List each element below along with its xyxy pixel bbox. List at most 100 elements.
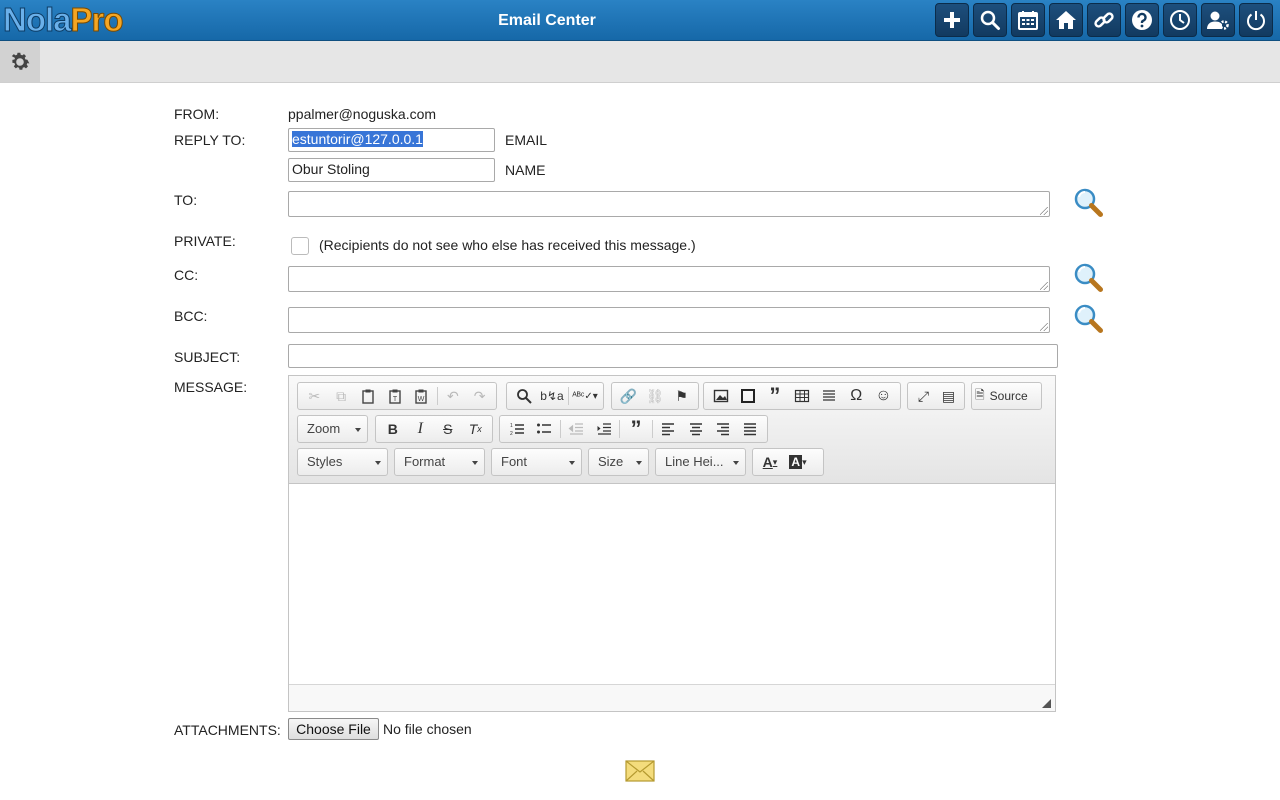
color-group: A ▾ A ▾ <box>752 448 824 476</box>
link-icon <box>1094 12 1114 28</box>
add-button[interactable] <box>935 3 969 37</box>
cut-icon[interactable]: ✂ <box>301 384 328 408</box>
bulleted-list-icon[interactable] <box>530 417 557 441</box>
power-button[interactable] <box>1239 3 1273 37</box>
redo-icon[interactable]: ↷ <box>466 384 493 408</box>
background-color-icon[interactable]: A ▾ <box>784 450 812 474</box>
paste-word-icon[interactable]: W <box>408 384 435 408</box>
no-file-text: No file chosen <box>383 721 472 737</box>
blockquote-icon[interactable]: ” <box>761 383 788 408</box>
svg-text:2: 2 <box>510 431 513 437</box>
indent-icon[interactable] <box>590 417 617 441</box>
line-height-dropdown[interactable]: Line Hei... <box>655 448 746 476</box>
undo-icon[interactable]: ↶ <box>440 384 467 408</box>
reply-name-input[interactable]: Obur Stoling <box>288 158 495 182</box>
home-icon <box>1056 11 1076 29</box>
reply-email-value: estuntorir@127.0.0.1 <box>292 131 423 147</box>
separator <box>651 420 653 438</box>
horizontal-rule-icon[interactable] <box>816 384 843 408</box>
replace-icon[interactable]: b↯a <box>538 384 566 408</box>
link-icon[interactable]: 🔗 <box>615 384 642 408</box>
zoom-dropdown[interactable]: Zoom <box>297 415 368 443</box>
send-email-icon[interactable] <box>625 760 655 782</box>
unlink-icon[interactable]: ⛓ <box>642 384 669 408</box>
remove-format-icon[interactable]: Tx <box>462 417 490 441</box>
bcc-lookup-icon[interactable] <box>1073 303 1105 335</box>
svg-text:1: 1 <box>510 423 513 429</box>
size-dropdown[interactable]: Size <box>588 448 649 476</box>
format-dropdown[interactable]: Format <box>394 448 485 476</box>
view-group: ⤢ ▤ <box>907 382 965 410</box>
find-icon[interactable] <box>510 384 538 408</box>
reply-email-suffix: EMAIL <box>505 132 548 148</box>
styles-dropdown[interactable]: Styles <box>297 448 388 476</box>
help-button[interactable] <box>1125 3 1159 37</box>
calendar-button[interactable] <box>1011 3 1045 37</box>
copy-icon[interactable]: ⧉ <box>328 384 355 408</box>
link-button[interactable] <box>1087 3 1121 37</box>
show-blocks-icon[interactable]: ▤ <box>936 384 961 408</box>
anchor-flag-icon[interactable]: ⚑ <box>668 384 695 408</box>
source-button[interactable]: 🗎 Source <box>971 382 1042 410</box>
outdent-icon[interactable] <box>563 417 590 441</box>
align-justify-icon[interactable] <box>737 417 764 441</box>
reply-email-input[interactable]: estuntorir@127.0.0.1 <box>288 128 495 152</box>
add-icon <box>944 12 960 28</box>
resize-handle[interactable] <box>1042 699 1051 708</box>
search-button[interactable] <box>973 3 1007 37</box>
power-icon <box>1247 11 1265 31</box>
strikethrough-icon[interactable]: S <box>434 417 462 441</box>
page-title: Email Center <box>498 12 596 29</box>
align-right-icon[interactable] <box>709 417 736 441</box>
private-checkbox[interactable] <box>291 237 309 255</box>
cc-field[interactable] <box>288 266 1050 292</box>
frame-icon[interactable] <box>734 384 761 408</box>
to-field[interactable] <box>288 191 1050 217</box>
message-body[interactable] <box>289 484 1055 685</box>
separator <box>559 420 561 438</box>
clock-button[interactable] <box>1163 3 1197 37</box>
private-label: PRIVATE: <box>174 233 236 249</box>
paste-icon[interactable] <box>354 384 381 408</box>
editor-toolbar: ✂ ⧉ T W ↶ ↷ b↯a ᴬᴮᶜ✓▾ 🔗 ⛓ ⚑ ” Ω ☺ ⤢ ▤ 🗎 … <box>289 376 1055 484</box>
subject-input[interactable] <box>288 344 1058 368</box>
bcc-field[interactable] <box>288 307 1050 333</box>
choose-file-button[interactable]: Choose File <box>288 718 379 740</box>
separator <box>619 420 621 438</box>
settings-button[interactable] <box>0 41 40 82</box>
subject-label: SUBJECT: <box>174 349 241 365</box>
image-icon[interactable] <box>707 384 734 408</box>
attachments-label: ATTACHMENTS: <box>174 722 281 738</box>
special-char-icon[interactable]: Ω <box>843 384 870 408</box>
calendar-icon <box>1018 11 1038 30</box>
align-left-icon[interactable] <box>655 417 682 441</box>
separator <box>568 387 569 405</box>
numbered-list-icon[interactable]: 12 <box>503 417 530 441</box>
source-label: Source <box>989 389 1028 403</box>
bold-icon[interactable]: B <box>379 417 407 441</box>
text-color-icon[interactable]: A ▾ <box>756 450 784 474</box>
separator <box>436 387 438 405</box>
table-icon[interactable] <box>788 384 815 408</box>
help-icon <box>1132 10 1152 30</box>
italic-icon[interactable]: I <box>407 417 435 441</box>
emoji-icon[interactable]: ☺ <box>870 384 897 408</box>
maximize-icon[interactable]: ⤢ <box>911 384 936 408</box>
from-label: FROM: <box>174 106 220 122</box>
quote-icon[interactable]: ” <box>622 416 649 441</box>
link-group: 🔗 ⛓ ⚑ <box>611 382 699 410</box>
font-dropdown[interactable]: Font <box>491 448 582 476</box>
align-center-icon[interactable] <box>682 417 709 441</box>
home-button[interactable] <box>1049 3 1083 37</box>
to-lookup-icon[interactable] <box>1073 187 1105 219</box>
spellcheck-icon[interactable]: ᴬᴮᶜ✓▾ <box>571 384 599 408</box>
cc-label: CC: <box>174 267 199 283</box>
insert-group: ” Ω ☺ <box>703 382 901 410</box>
user-settings-button[interactable] <box>1201 3 1235 37</box>
cc-lookup-icon[interactable] <box>1073 262 1105 294</box>
clipboard-group: ✂ ⧉ T W ↶ ↷ <box>297 382 497 410</box>
paste-text-icon[interactable]: T <box>381 384 408 408</box>
reply-to-label: REPLY TO: <box>174 132 246 148</box>
source-doc-icon: 🗎 <box>975 387 985 402</box>
basic-styles-group: B I S Tx <box>375 415 493 443</box>
